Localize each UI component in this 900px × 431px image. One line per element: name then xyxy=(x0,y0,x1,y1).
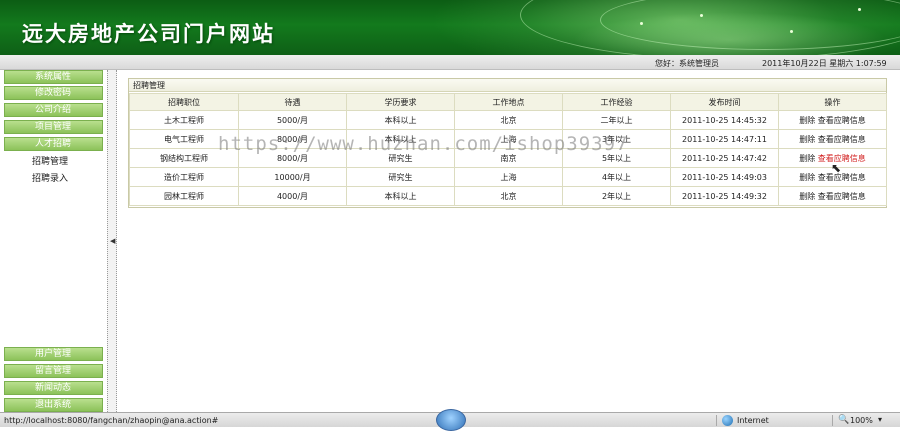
cell-location: 上海 xyxy=(454,167,563,187)
banner-sparkle xyxy=(790,30,793,33)
column-header: 待遇 xyxy=(238,93,347,111)
banner-sparkle xyxy=(858,8,861,11)
cell-salary: 5000/月 xyxy=(238,110,347,130)
cell-education: 本科以上 xyxy=(346,110,455,130)
view-applicants-link[interactable]: 查看应聘信息 xyxy=(818,173,866,182)
table-row: 造价工程师 10000/月 研究生 上海 4年以上 2011-10-25 14:… xyxy=(129,167,887,187)
collapse-arrow-icon[interactable]: ◀ xyxy=(110,237,115,245)
view-applicants-link[interactable]: 查看应聘信息 xyxy=(818,192,866,201)
cell-position: 园林工程师 xyxy=(129,186,239,206)
menu-message-management[interactable]: 留言管理 xyxy=(4,364,103,378)
delete-link[interactable]: 删除 xyxy=(799,154,815,163)
column-header: 学历要求 xyxy=(346,93,455,111)
cell-experience: 二年以上 xyxy=(562,110,671,130)
delete-link[interactable]: 删除 xyxy=(799,135,815,144)
status-url: http://localhost:8080/fangchan/zhaopin@a… xyxy=(4,416,219,425)
chevron-down-icon[interactable]: ▾ xyxy=(878,415,882,424)
cell-salary: 10000/月 xyxy=(238,167,347,187)
watermark-text: https://www.huzhan.com/ishop39397 xyxy=(218,133,629,155)
menu-company-intro[interactable]: 公司介绍 xyxy=(4,103,103,117)
cell-location: 北京 xyxy=(454,186,563,206)
menu-project-management[interactable]: 项目管理 xyxy=(4,120,103,134)
internet-globe-icon xyxy=(722,415,733,426)
cell-published: 2011-10-25 14:47:42 xyxy=(670,148,779,168)
menu-user-management[interactable]: 用户管理 xyxy=(4,347,103,361)
table-row: 园林工程师 4000/月 本科以上 北京 2年以上 2011-10-25 14:… xyxy=(129,186,887,206)
delete-link[interactable]: 删除 xyxy=(799,116,815,125)
banner-sparkle xyxy=(700,14,703,17)
zoom-level[interactable]: 100% xyxy=(850,416,873,425)
cell-actions: 删除 查看应聘信息 xyxy=(778,110,887,130)
cell-position: 造价工程师 xyxy=(129,167,239,187)
column-header: 发布时间 xyxy=(670,93,779,111)
cell-experience: 4年以上 xyxy=(562,167,671,187)
menu-change-password[interactable]: 修改密码 xyxy=(4,86,103,100)
delete-link[interactable]: 删除 xyxy=(799,192,815,201)
table-header-row: 招聘职位 待遇 学历要求 工作地点 工作经验 发布时间 操作 xyxy=(129,93,887,111)
cell-education: 本科以上 xyxy=(346,186,455,206)
info-bar: 您好：系统管理员 2011年10月22日 星期六 1:07:59 xyxy=(0,55,900,70)
menu-news[interactable]: 新闻动态 xyxy=(4,381,103,395)
cell-published: 2011-10-25 14:49:32 xyxy=(670,186,779,206)
cell-salary: 4000/月 xyxy=(238,186,347,206)
table-row: 土木工程师 5000/月 本科以上 北京 二年以上 2011-10-25 14:… xyxy=(129,110,887,130)
menu-recruitment[interactable]: 人才招聘 xyxy=(4,137,103,151)
cell-actions: 删除 查看应聘信息 xyxy=(778,129,887,149)
zoom-magnifier-icon[interactable]: 🔍 xyxy=(838,415,849,425)
taskbar-orb-icon[interactable] xyxy=(436,409,466,431)
submenu-recruitment-entry[interactable]: 招聘录入 xyxy=(32,171,68,184)
cell-actions: 删除 查看应聘信息 xyxy=(778,186,887,206)
cell-published: 2011-10-25 14:45:32 xyxy=(670,110,779,130)
status-separator xyxy=(716,415,717,426)
cell-location: 北京 xyxy=(454,110,563,130)
current-datetime: 2011年10月22日 星期六 1:07:59 xyxy=(762,59,887,68)
column-header: 工作经验 xyxy=(562,93,671,111)
view-applicants-link[interactable]: 查看应聘信息 xyxy=(818,154,866,163)
sidebar: 系统属性 修改密码 公司介绍 项目管理 人才招聘 招聘管理 招聘录入 用户管理 … xyxy=(0,70,107,412)
submenu-recruitment-management[interactable]: 招聘管理 xyxy=(32,154,68,167)
column-header: 操作 xyxy=(778,93,887,111)
column-header: 工作地点 xyxy=(454,93,563,111)
user-greeting: 您好：系统管理员 xyxy=(655,59,719,68)
panel-title: 招聘管理 xyxy=(129,79,886,92)
view-applicants-link[interactable]: 查看应聘信息 xyxy=(818,135,866,144)
sidebar-splitter[interactable]: ◀ xyxy=(107,70,117,412)
status-separator xyxy=(832,415,833,426)
cell-experience: 2年以上 xyxy=(562,186,671,206)
browser-status-bar: http://localhost:8080/fangchan/zhaopin@a… xyxy=(0,409,900,431)
delete-link[interactable]: 删除 xyxy=(799,173,815,182)
banner-sparkle xyxy=(640,22,643,25)
cell-published: 2011-10-25 14:49:03 xyxy=(670,167,779,187)
site-title: 远大房地产公司门户网站 xyxy=(22,21,275,46)
view-applicants-link[interactable]: 查看应聘信息 xyxy=(818,116,866,125)
main-content: 招聘管理 招聘职位 待遇 学历要求 工作地点 工作经验 发布时间 操作 土木工程… xyxy=(117,70,900,412)
column-header: 招聘职位 xyxy=(129,93,239,111)
mouse-cursor-icon: ⬉ xyxy=(831,161,842,175)
menu-system-properties[interactable]: 系统属性 xyxy=(4,70,103,84)
cell-published: 2011-10-25 14:47:11 xyxy=(670,129,779,149)
security-zone: Internet xyxy=(737,416,769,425)
cell-position: 土木工程师 xyxy=(129,110,239,130)
header-banner: 远大房地产公司门户网站 xyxy=(0,0,900,55)
cell-education: 研究生 xyxy=(346,167,455,187)
menu-logout[interactable]: 退出系统 xyxy=(4,398,103,412)
